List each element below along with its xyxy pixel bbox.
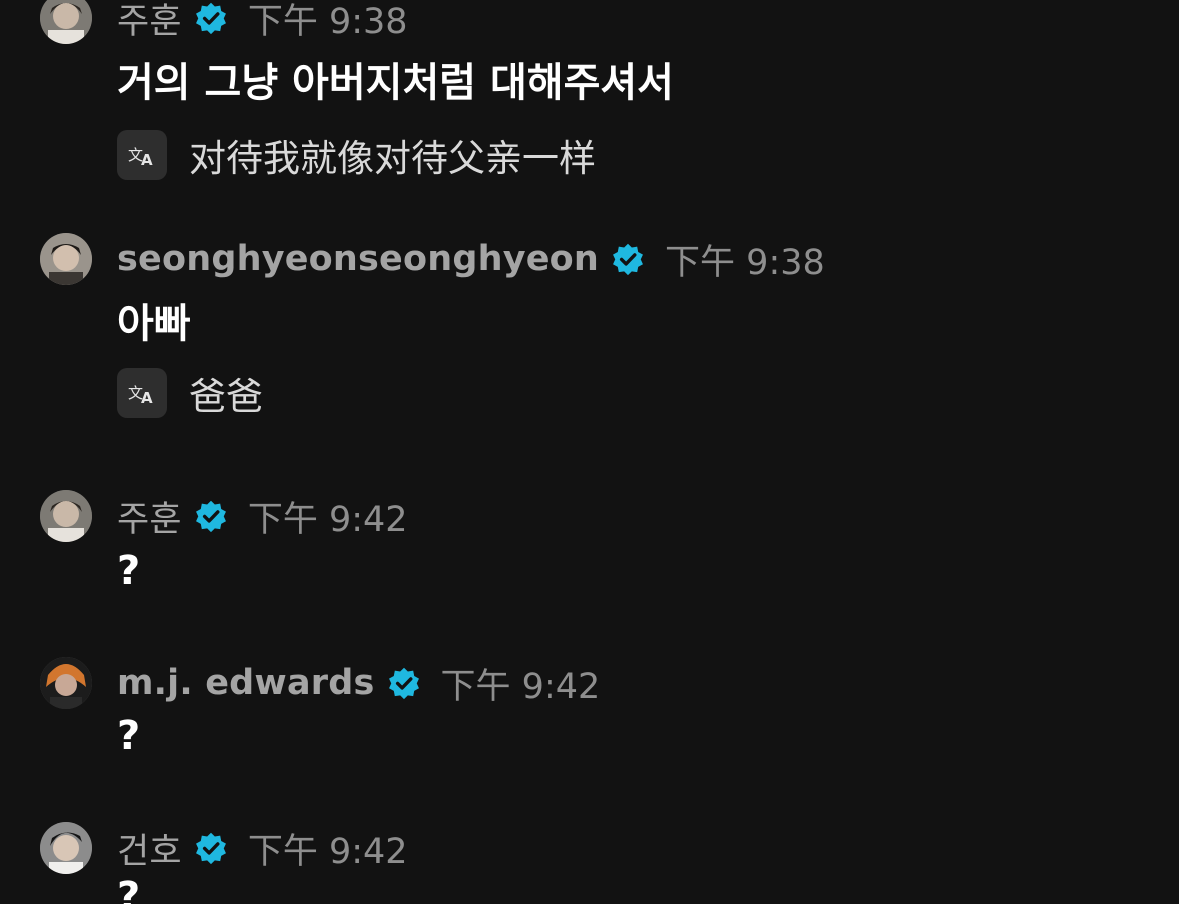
message-text: ? <box>117 713 141 759</box>
message-text: ? <box>117 548 141 594</box>
verified-badge-icon <box>195 500 226 533</box>
avatar[interactable] <box>40 490 92 542</box>
message-header: 주훈 下午 9:42 <box>117 490 408 542</box>
timestamp: 下午 9:38 <box>247 1 408 42</box>
verified-badge-icon <box>613 243 644 276</box>
message-header: 건호 下午 9:42 <box>117 822 408 874</box>
message-text: 아빠 <box>117 301 191 347</box>
timestamp: 下午 9:38 <box>665 242 825 283</box>
verified-badge-icon <box>388 667 419 700</box>
translation-row: 文 A 对待我就像对待父亲一样 <box>117 128 596 182</box>
translate-icon[interactable]: 文 A <box>117 368 167 418</box>
avatar[interactable] <box>40 822 92 874</box>
translation-text: 对待我就像对待父亲一样 <box>189 137 596 180</box>
username[interactable]: 건호 <box>117 823 182 874</box>
translate-icon[interactable]: 文 A <box>117 130 167 180</box>
avatar[interactable] <box>40 657 92 709</box>
message-text: ? <box>117 874 141 904</box>
message-header: m.j. edwards 下午 9:42 <box>117 657 600 709</box>
timestamp: 下午 9:42 <box>247 831 408 872</box>
translation-text: 爸爸 <box>189 375 263 418</box>
svg-text:A: A <box>141 389 153 406</box>
username[interactable]: seonghyeonseonghyeon <box>117 239 599 279</box>
username[interactable]: 주훈 <box>117 0 182 44</box>
message-text: 거의 그냥 아버지처럼 대해주셔서 <box>117 60 674 106</box>
verified-badge-icon <box>195 832 226 865</box>
svg-text:A: A <box>141 151 153 168</box>
message-header: 주훈 下午 9:38 <box>117 0 408 44</box>
avatar[interactable] <box>40 0 92 44</box>
username[interactable]: m.j. edwards <box>117 663 375 703</box>
timestamp: 下午 9:42 <box>247 499 408 540</box>
avatar[interactable] <box>40 233 92 285</box>
timestamp: 下午 9:42 <box>440 666 601 707</box>
message-header: seonghyeonseonghyeon 下午 9:38 <box>117 233 825 285</box>
translation-row: 文 A 爸爸 <box>117 366 263 420</box>
verified-badge-icon <box>195 2 226 35</box>
username[interactable]: 주훈 <box>117 491 182 542</box>
